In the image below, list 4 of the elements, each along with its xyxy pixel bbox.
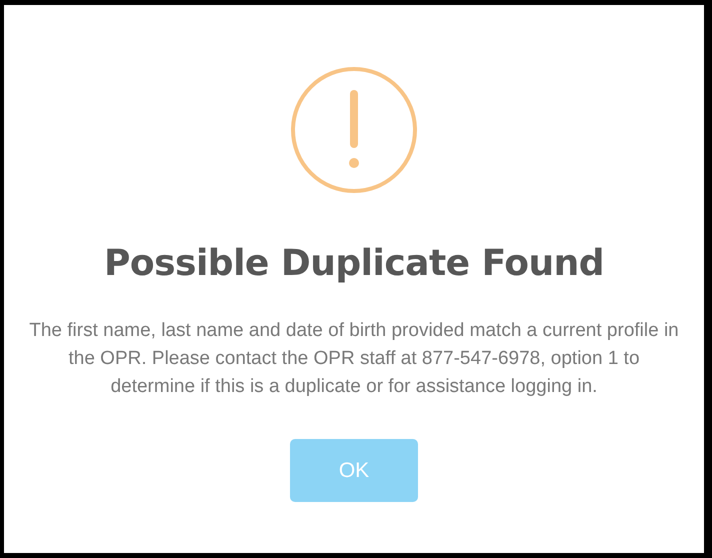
dialog-message: The first name, last name and date of birth provided match a current profile in the OPR. Please contact the OPR staff at 877-547-6978, option 1 to determine if this is a duplicate or for assistance logging in.: [28, 319, 680, 399]
dialog-title: Possible Duplicate Found: [104, 242, 604, 286]
ok-button[interactable]: OK: [290, 439, 418, 502]
warning-icon: [289, 65, 419, 195]
